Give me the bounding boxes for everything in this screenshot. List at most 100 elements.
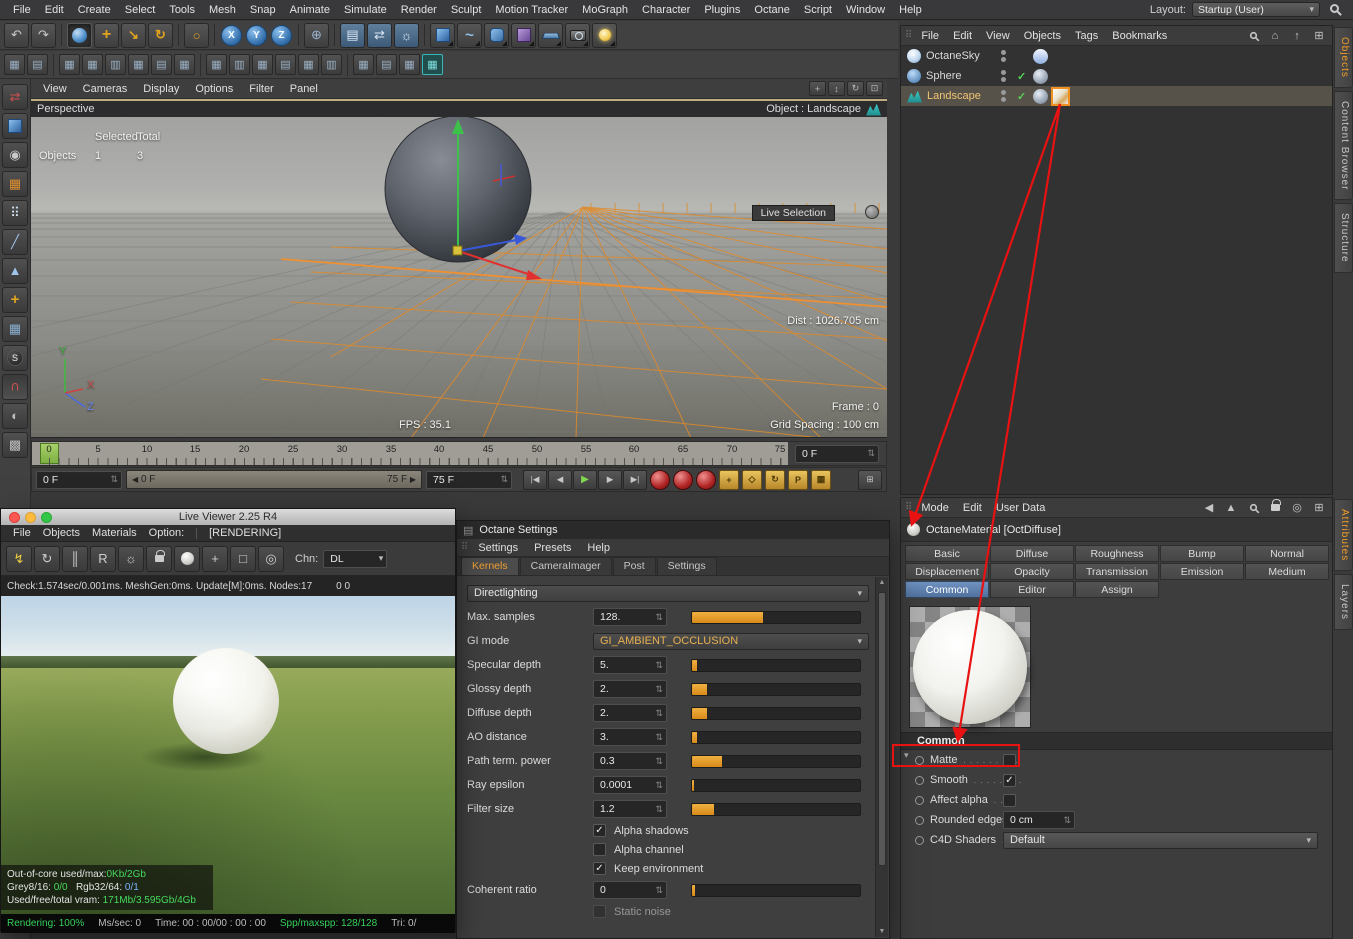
oct-menu-help[interactable]: Help — [579, 542, 618, 554]
diffuse-depth-field[interactable]: 2. ⇅ — [593, 704, 667, 722]
timeline-preferences-icon[interactable]: ⊞ — [858, 469, 882, 490]
scale-tool-button[interactable]: ↘ — [121, 22, 146, 48]
tab-assign[interactable]: Assign — [1075, 581, 1159, 598]
coherent-ratio-field[interactable]: 0 ⇅ — [593, 881, 667, 899]
lock-z-axis-button[interactable]: Z — [271, 24, 292, 46]
toolbar2-icon-1[interactable]: ▦ — [4, 54, 25, 75]
scroll-down-icon[interactable]: ▼ — [876, 928, 888, 935]
viewport-menu-filter[interactable]: Filter — [241, 83, 281, 95]
timeline-ruler[interactable]: 0 5 10 15 20 25 30 35 40 45 50 55 60 65 … — [31, 441, 887, 466]
section-header-common[interactable]: Common — [901, 732, 1332, 750]
tab-basic[interactable]: Basic — [905, 545, 989, 562]
oct-menu-settings[interactable]: Settings — [470, 542, 526, 554]
coordinate-system-button[interactable]: ⊕ — [304, 22, 329, 48]
tab-content-browser[interactable]: Content Browser — [1334, 90, 1353, 201]
toolbar2-icon-10[interactable]: ▥ — [229, 54, 250, 75]
diffuse-depth-slider[interactable] — [691, 706, 861, 720]
object-row-sphere[interactable]: Sphere ✓ — [901, 66, 1332, 86]
workplane-icon[interactable]: ▦ — [2, 315, 28, 342]
viewport-pan-icon[interactable]: + — [809, 81, 826, 96]
toolbar2-icon-2[interactable]: ▤ — [27, 54, 48, 75]
tab-opacity[interactable]: Opacity — [990, 563, 1074, 580]
specular-depth-field[interactable]: 5. ⇅ — [593, 656, 667, 674]
tab-transmission[interactable]: Transmission — [1075, 563, 1159, 580]
am-menu-mode[interactable]: Mode — [914, 502, 956, 514]
viewport-menu-display[interactable]: Display — [135, 83, 187, 95]
tab-attributes[interactable]: Attributes — [1334, 499, 1353, 572]
octane-titlebar[interactable]: ▤ Octane Settings — [457, 521, 889, 539]
render-tag-icon[interactable]: ◐ — [2, 402, 28, 429]
om-menu-edit[interactable]: Edit — [946, 30, 979, 42]
toolbar2-icon-3[interactable]: ▦ — [59, 54, 80, 75]
add-environment-button[interactable] — [538, 22, 563, 48]
am-track-icon[interactable]: ◎ — [1288, 500, 1306, 516]
last-used-tool-button[interactable]: ○ — [184, 22, 209, 48]
frame-range-slider[interactable]: ◀ 0 F 75 F ▶ — [126, 470, 422, 489]
visibility-toggles[interactable] — [1001, 70, 1006, 82]
tab-normal[interactable]: Normal — [1245, 545, 1329, 562]
menu-window[interactable]: Window — [839, 4, 892, 16]
object-name[interactable]: Sphere — [926, 70, 961, 82]
viewport-rotate-icon[interactable]: ↻ — [847, 81, 864, 96]
animation-track-icon[interactable] — [915, 795, 924, 805]
add-cube-button[interactable] — [430, 22, 455, 48]
live-selection-tool-button[interactable] — [67, 22, 92, 48]
toolbar2-icon-4[interactable]: ▦ — [82, 54, 103, 75]
menu-file[interactable]: File — [6, 4, 38, 16]
viewport-menu-options[interactable]: Options — [187, 83, 241, 95]
tab-bump[interactable]: Bump — [1160, 545, 1244, 562]
pick-focus-icon[interactable]: ◎ — [258, 545, 284, 572]
rotate-tool-button[interactable]: ↻ — [148, 22, 173, 48]
toolbar2-icon-6[interactable]: ▦ — [128, 54, 149, 75]
settings-gear-icon[interactable]: ☼ — [118, 545, 144, 572]
panel-grip-icon[interactable]: ⠿ — [905, 30, 912, 41]
toolbar2-icon-16[interactable]: ▤ — [376, 54, 397, 75]
lv-menu-option[interactable]: Option: — [143, 527, 190, 539]
viewport-menu-panel[interactable]: Panel — [282, 83, 326, 95]
object-name[interactable]: OctaneSky — [926, 50, 980, 62]
tab-editor[interactable]: Editor — [990, 581, 1074, 598]
max-samples-slider[interactable] — [691, 610, 861, 624]
om-menu-file[interactable]: File — [914, 30, 946, 42]
menu-octane[interactable]: Octane — [747, 4, 796, 16]
add-generator-button[interactable] — [484, 22, 509, 48]
pause-render-icon[interactable]: ║ — [62, 545, 88, 572]
c4d-shaders-dropdown[interactable]: Default ▾ — [1003, 831, 1318, 849]
am-lock-icon[interactable] — [1266, 499, 1284, 516]
range-end-field[interactable]: 75 F ⇅ — [426, 470, 512, 489]
key-rotation-toggle[interactable]: ↻ — [765, 469, 785, 490]
menu-render[interactable]: Render — [394, 4, 444, 16]
ray-epsilon-slider[interactable] — [691, 778, 861, 792]
tab-structure[interactable]: Structure — [1334, 203, 1353, 273]
menu-simulate[interactable]: Simulate — [337, 4, 394, 16]
am-arrow-up-icon[interactable]: ▲ — [1222, 500, 1240, 516]
lock-y-axis-button[interactable]: Y — [246, 24, 267, 46]
previous-frame-button[interactable]: ◀ — [548, 469, 572, 490]
max-samples-field[interactable]: 128. ⇅ — [593, 608, 667, 626]
add-spline-button[interactable]: ~ — [457, 22, 482, 48]
menu-script[interactable]: Script — [797, 4, 839, 16]
filter-size-field[interactable]: 1.2 ⇅ — [593, 800, 667, 818]
render-result-image[interactable]: Out-of-core used/max:0Kb/2Gb Grey8/16: 0… — [1, 596, 455, 914]
render-view-button[interactable]: ▤ — [340, 22, 365, 48]
key-pla-toggle[interactable]: ▦ — [811, 469, 831, 490]
minimize-button[interactable] — [25, 512, 36, 523]
add-deformer-button[interactable] — [511, 22, 536, 48]
coherent-ratio-slider[interactable] — [691, 883, 861, 897]
viewport-dolly-icon[interactable]: ↕ — [828, 81, 845, 96]
edge-mode-icon[interactable]: ╱ — [2, 228, 28, 255]
am-history-back-icon[interactable]: ◀ — [1200, 500, 1218, 516]
toolbar2-icon-15[interactable]: ▦ — [353, 54, 374, 75]
texture-mode-icon[interactable]: ◉ — [2, 141, 28, 168]
redo-button[interactable]: ↷ — [31, 22, 56, 48]
snap-icon[interactable]: S — [2, 344, 28, 371]
om-menu-bookmarks[interactable]: Bookmarks — [1105, 30, 1174, 42]
lock-resolution-icon[interactable] — [146, 545, 172, 572]
phong-tag-icon[interactable] — [1033, 68, 1048, 84]
alpha-shadows-checkbox[interactable]: ✓ — [593, 824, 606, 837]
object-row-octanesky[interactable]: OctaneSky — [901, 46, 1332, 66]
render-to-picture-viewer-button[interactable]: ⇄ — [367, 22, 392, 48]
panel-grip-icon[interactable]: ⠿ — [461, 542, 468, 553]
viewport-maximize-icon[interactable]: ⊡ — [866, 81, 883, 96]
layout-dropdown[interactable]: Startup (User) ▾ — [1192, 2, 1320, 17]
